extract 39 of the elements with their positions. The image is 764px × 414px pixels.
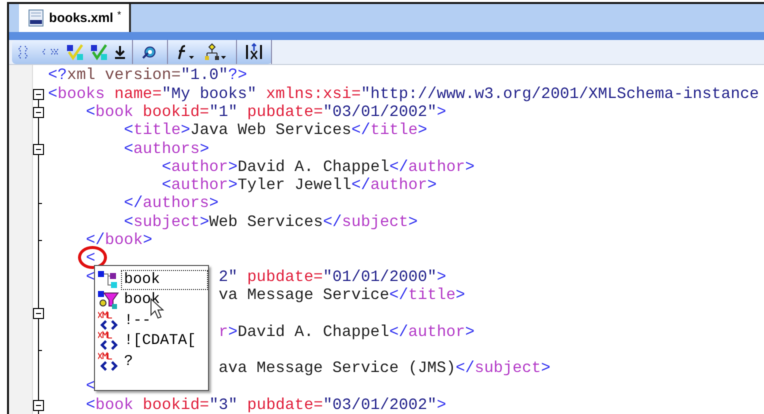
fold-toggle[interactable] <box>33 308 44 320</box>
code-line: <?xml version="1.0"?> <box>48 66 248 85</box>
code-line: <book bookid="1" pubdate="03/01/2002"> <box>84 102 446 122</box>
download-icon[interactable] <box>114 43 126 62</box>
xml-icon <box>98 331 120 352</box>
code-line: <authors> <box>122 140 210 158</box>
completion-item[interactable]: ? <box>121 352 136 372</box>
completion-item[interactable]: book <box>121 270 208 290</box>
hierarchy-icon[interactable] <box>204 43 228 62</box>
code-line: <author>Tyler Jewell</author> <box>160 176 437 194</box>
code-line: <author>David A. Chappel</author> <box>160 158 475 176</box>
element-icon <box>98 290 120 310</box>
xml-file-icon <box>27 9 45 27</box>
code-line: <title>Java Web Services</title> <box>122 121 428 140</box>
check-icon[interactable] <box>66 43 84 62</box>
x-path-icon[interactable] <box>245 43 263 62</box>
fold-toggle[interactable] <box>33 106 44 118</box>
code-line-fragment: 2" pubdate="01/01/2000"> <box>218 268 446 286</box>
code-line: < <box>84 249 96 268</box>
code-line: <books name="My books" xmlns:xsi="http://www.w3.org/2001/XMLSchema-instance <box>48 84 760 103</box>
completion-item[interactable]: !-- <box>121 310 154 331</box>
xml-icon <box>98 352 120 372</box>
code-line-fragment: va Message Service</title> <box>218 286 466 304</box>
code-line: <book bookid="3" pubdate="03/01/2002"> <box>84 396 446 414</box>
xml-icon <box>98 310 120 331</box>
code-line: </book> <box>84 231 152 250</box>
fold-toggle[interactable] <box>33 144 44 155</box>
fold-toggle[interactable] <box>33 88 44 100</box>
file-tab[interactable]: books.xml * <box>19 4 132 32</box>
validate-icon[interactable] <box>90 43 108 62</box>
code-line: <subject>Web Services</subject> <box>122 212 418 232</box>
code-line: </authors> <box>122 194 219 213</box>
code-line-fragment: ava Message Service (JMS)</subject> <box>218 359 550 378</box>
completion-item[interactable]: ![CDATA[ <box>121 331 200 352</box>
function-icon[interactable] <box>176 43 196 62</box>
element-icon <box>98 270 120 290</box>
modified-mark: * <box>117 9 122 23</box>
code-line-fragment: r>David A. Chappel</author> <box>218 322 475 341</box>
fold-toggle[interactable] <box>33 400 44 411</box>
